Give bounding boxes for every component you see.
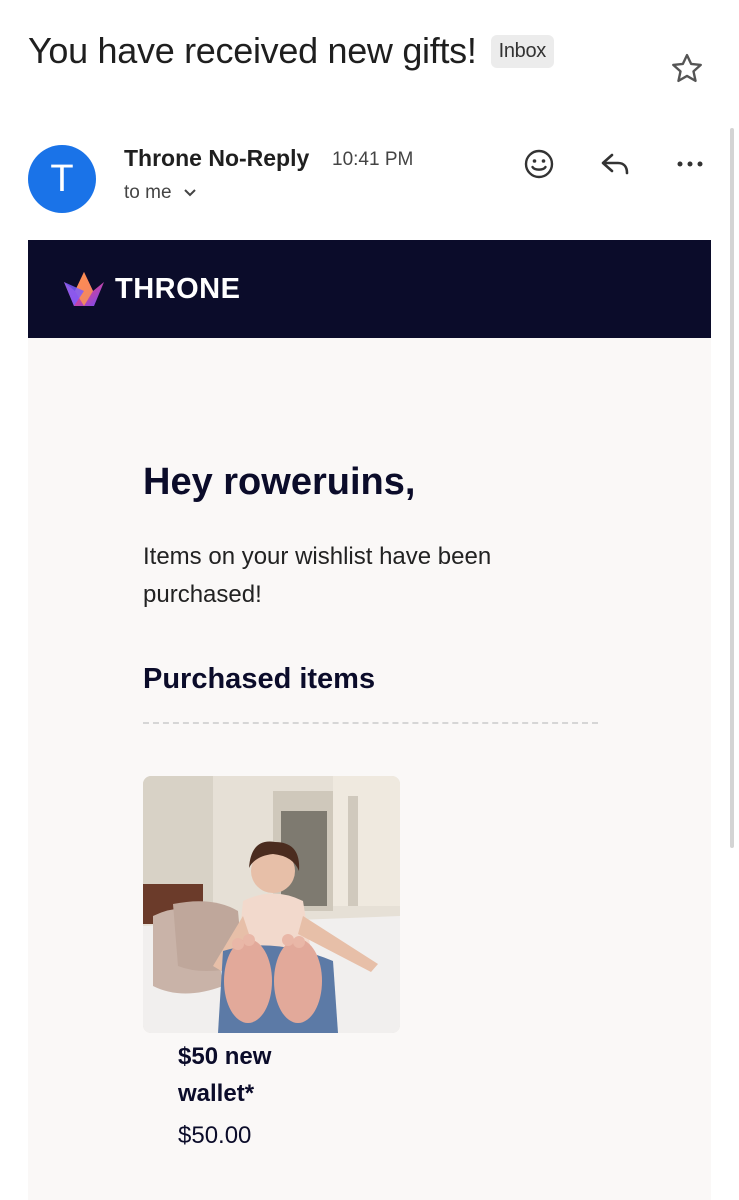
inbox-label-chip[interactable]: Inbox [490, 34, 554, 68]
item-price: $50.00 [178, 1122, 252, 1149]
purchased-items-heading: Purchased items [143, 663, 376, 695]
email-body: Hey roweruins, Items on your wishlist ha… [28, 338, 711, 1200]
scrollbar[interactable] [730, 128, 734, 848]
dashed-divider [143, 722, 598, 724]
recipient-text: to me [124, 182, 172, 203]
brand-name: THRONE [115, 273, 241, 305]
chevron-down-icon [183, 189, 196, 197]
item-name[interactable]: $50 new wallet* [178, 1038, 338, 1112]
throne-crown-logo-icon [64, 272, 104, 306]
more-options-icon[interactable] [672, 146, 708, 182]
sender-avatar[interactable]: T [28, 145, 96, 213]
emoji-icon[interactable] [521, 146, 557, 182]
avatar-initial: T [50, 157, 74, 200]
greeting-heading: Hey roweruins, [143, 461, 416, 503]
item-photo[interactable] [143, 776, 400, 1033]
email-subject: You have received new gifts! Inbox [28, 30, 554, 72]
subject-text: You have received new gifts! [28, 30, 477, 71]
email-brand-header: THRONE [28, 240, 711, 338]
star-icon[interactable] [668, 50, 706, 88]
intro-text: Items on your wishlist have been purchas… [143, 543, 492, 608]
recipient-details-toggle[interactable]: to me [124, 182, 198, 204]
reply-icon[interactable] [598, 146, 634, 182]
sender-name[interactable]: Throne No-Reply [124, 145, 309, 172]
received-time: 10:41 PM [332, 149, 414, 170]
